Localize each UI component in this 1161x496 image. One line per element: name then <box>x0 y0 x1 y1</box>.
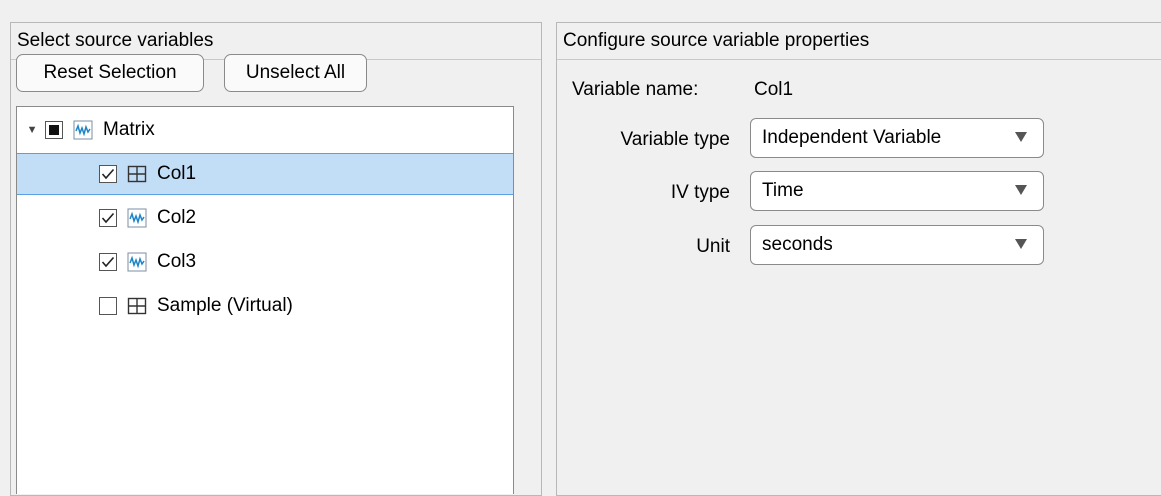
unit-dropdown[interactable]: seconds <box>750 225 1044 265</box>
variable-name-value: Col1 <box>754 79 794 100</box>
variable-tree[interactable]: ▼ Matrix Col1 Col2 Col3 Sample (Virtual) <box>16 106 514 494</box>
chevron-down-icon[interactable]: ▼ <box>27 124 38 136</box>
tree-label: Sample (Virtual) <box>157 295 293 316</box>
tree-row-sample[interactable]: Sample (Virtual) <box>17 285 513 327</box>
dropdown-value: Independent Variable <box>762 127 942 148</box>
check-icon <box>101 256 115 268</box>
tree-checkbox-sample[interactable] <box>99 297 117 315</box>
variable-name-label: Variable name: <box>572 79 699 100</box>
tree-row-matrix[interactable]: ▼ Matrix <box>17 109 513 151</box>
properties-panel: Configure source variable properties Var… <box>556 22 1161 496</box>
tree-checkbox-col3[interactable] <box>99 253 117 271</box>
check-icon <box>101 212 115 224</box>
tree-checkbox-col2[interactable] <box>99 209 117 227</box>
signal-icon <box>127 252 147 272</box>
tree-row-col2[interactable]: Col2 <box>17 197 513 239</box>
dropdown-value: seconds <box>762 234 833 255</box>
variable-type-label: Variable type <box>620 129 731 150</box>
dropdown-arrow-icon <box>1015 239 1027 249</box>
panel-title: Configure source variable properties <box>557 23 1161 60</box>
partial-check-mark <box>49 125 59 135</box>
tree-checkbox-matrix[interactable] <box>45 121 63 139</box>
dropdown-value: Time <box>762 180 804 201</box>
iv-type-dropdown[interactable]: Time <box>750 171 1044 211</box>
reset-selection-button[interactable]: Reset Selection <box>16 54 204 92</box>
dropdown-arrow-icon <box>1015 185 1027 195</box>
tree-label: Col1 <box>157 163 197 184</box>
signal-icon <box>127 208 147 228</box>
iv-type-label: IV type <box>670 182 730 203</box>
table-icon <box>127 296 147 316</box>
tree-checkbox-col1[interactable] <box>99 165 117 183</box>
variable-type-dropdown[interactable]: Independent Variable <box>750 118 1044 158</box>
check-icon <box>101 168 115 180</box>
table-icon <box>127 164 147 184</box>
tree-row-col1[interactable]: Col1 <box>17 153 513 195</box>
tree-label: Col2 <box>157 207 197 228</box>
tree-row-col3[interactable]: Col3 <box>17 241 513 283</box>
dropdown-arrow-icon <box>1015 132 1027 142</box>
tree-label: Col3 <box>157 251 197 272</box>
unit-label: Unit <box>696 236 730 257</box>
unselect-all-button[interactable]: Unselect All <box>224 54 367 92</box>
signal-icon <box>73 120 93 140</box>
tree-label: Matrix <box>103 119 155 140</box>
